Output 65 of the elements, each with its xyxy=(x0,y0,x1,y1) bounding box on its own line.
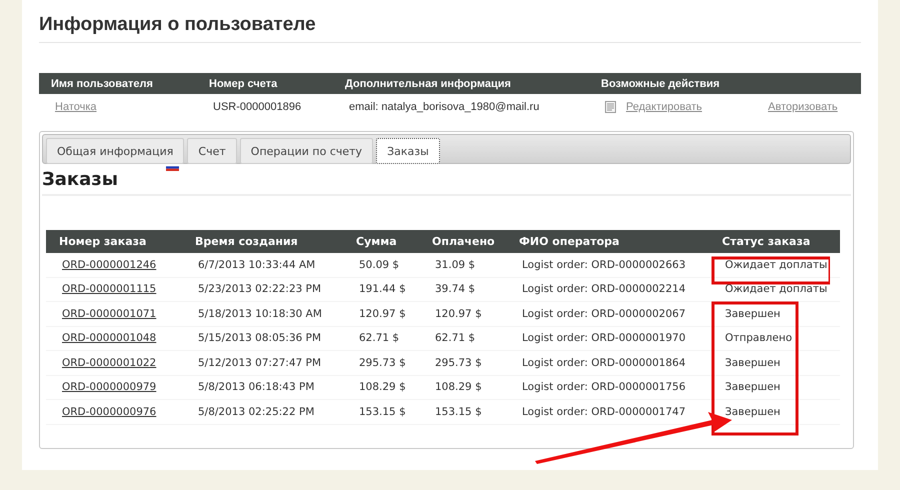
tab[interactable]: Счет xyxy=(187,138,237,164)
flag-icon xyxy=(166,164,179,171)
column-header: Дополнительная информация xyxy=(345,78,512,90)
table-cell-text: 5/15/2013 08:05:36 PM xyxy=(198,332,322,344)
tab[interactable]: Заказы xyxy=(376,138,440,164)
page-title: Информация о пользователе xyxy=(39,10,861,43)
table-cell-text: 108.29 $ xyxy=(435,381,483,394)
table-cell-text: 31.09 $ xyxy=(435,258,476,271)
order-link[interactable]: ORD-0000001246 xyxy=(62,258,156,271)
column-header: Оплачено xyxy=(432,235,496,248)
table-cell-text: 295.73 $ xyxy=(435,356,483,369)
table-cell-text: Завершен xyxy=(725,381,782,394)
table-cell-text: 120.97 $ xyxy=(435,308,483,320)
order-link[interactable]: ORD-0000001048 xyxy=(62,332,156,344)
table-cell-text: Завершен xyxy=(725,308,782,320)
tab[interactable]: Операции по счету xyxy=(240,138,374,164)
order-link[interactable]: ORD-0000001071 xyxy=(62,308,156,320)
table-cell-text: 5/12/2013 07:27:47 PM xyxy=(198,356,322,369)
table-cell-text: 62.71 $ xyxy=(359,332,400,344)
tab[interactable]: Общая информация xyxy=(46,138,184,164)
order-link[interactable]: ORD-0000000976 xyxy=(62,406,156,418)
user-name-link[interactable]: Наточка xyxy=(55,101,97,113)
action-link[interactable]: Авторизовать xyxy=(768,101,838,113)
table-cell-text: 153.15 $ xyxy=(359,406,407,418)
table-cell-text: USR-0000001896 xyxy=(213,101,302,113)
table-cell-text: Ожидает доплаты xyxy=(725,258,828,271)
action-link[interactable]: Редактировать xyxy=(626,101,702,113)
column-header: Имя пользователя xyxy=(51,78,154,90)
table-cell-text: 6/7/2013 10:33:44 AM xyxy=(198,258,316,271)
table-cell-text: Logist order: ORD-0000002663 xyxy=(522,258,687,271)
column-header: Сумма xyxy=(356,235,398,248)
table-cell-text: 5/8/2013 06:18:43 PM xyxy=(198,381,316,394)
table-cell-text: 191.44 $ xyxy=(359,283,407,296)
column-header: Номер заказа xyxy=(59,235,148,248)
table-cell-text: 108.29 $ xyxy=(359,381,407,394)
table-cell-text: 153.15 $ xyxy=(435,406,483,418)
table-cell-text: Logist order: ORD-0000002067 xyxy=(522,308,687,320)
table-cell-text: 295.73 $ xyxy=(359,356,407,369)
section-title: Заказы xyxy=(42,169,851,196)
table-cell-text: Logist order: ORD-0000002214 xyxy=(522,283,687,296)
column-header: Номер счета xyxy=(209,78,278,90)
order-link[interactable]: ORD-0000000979 xyxy=(62,381,156,394)
order-link[interactable]: ORD-0000001022 xyxy=(62,356,156,369)
order-link[interactable]: ORD-0000001115 xyxy=(62,283,156,296)
table-cell-text: 5/8/2013 02:25:22 PM xyxy=(198,406,316,418)
column-header: ФИО оператора xyxy=(519,235,620,248)
table-cell-text: email: natalya_borisova_1980@mail.ru xyxy=(349,101,540,113)
table-cell-text: Logist order: ORD-0000001864 xyxy=(522,356,687,369)
table-cell-text: Завершен xyxy=(725,356,782,369)
table-cell-text: 120.97 $ xyxy=(359,308,407,320)
column-header: Время создания xyxy=(195,235,299,248)
table-cell-text: Завершен xyxy=(725,406,782,418)
document-icon xyxy=(605,101,616,113)
column-header: Статус заказа xyxy=(722,235,812,248)
table-cell-text: Logist order: ORD-0000001747 xyxy=(522,406,687,418)
column-header: Возможные действия xyxy=(601,78,721,90)
table-cell-text: Отправлено xyxy=(725,332,793,344)
table-cell-text: Ожидает доплаты xyxy=(725,283,828,296)
table-cell-text: 62.71 $ xyxy=(435,332,476,344)
table-cell-text: 50.09 $ xyxy=(359,258,400,271)
table-cell-text: Logist order: ORD-0000001756 xyxy=(522,381,687,394)
table-cell-text: Logist order: ORD-0000001970 xyxy=(522,332,687,344)
table-cell-text: 39.74 $ xyxy=(435,283,476,296)
table-cell-text: 5/23/2013 02:22:23 PM xyxy=(198,283,322,296)
table-cell-text: 5/18/2013 10:18:30 AM xyxy=(198,308,323,320)
